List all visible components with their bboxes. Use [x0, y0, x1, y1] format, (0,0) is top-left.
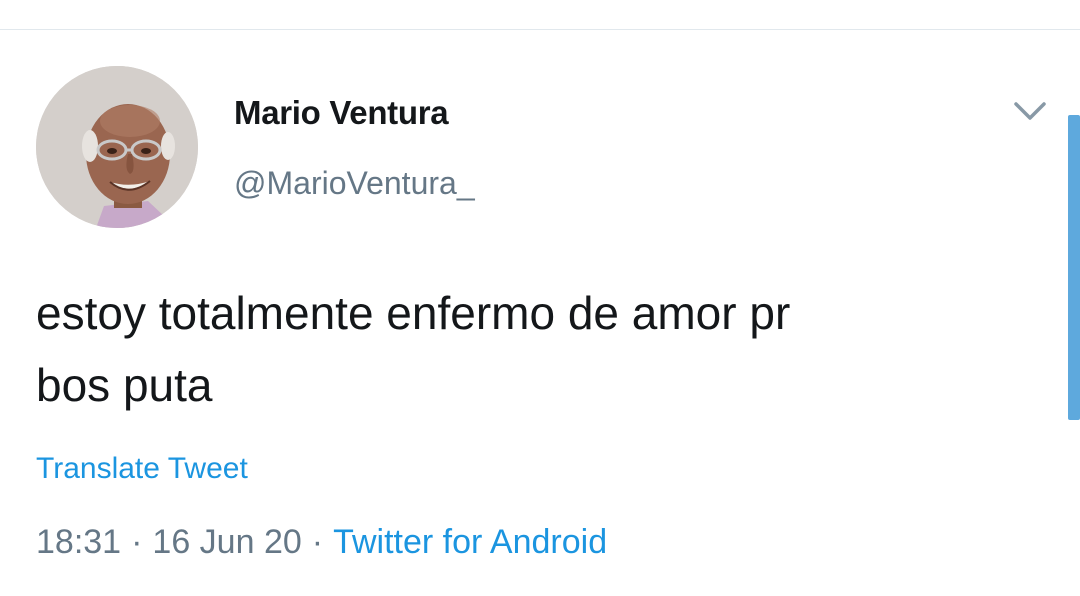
scrollbar[interactable] [1068, 115, 1080, 420]
meta-separator: · [131, 523, 143, 561]
author-display-name[interactable]: Mario Ventura [234, 94, 449, 132]
tweet-source-link[interactable]: Twitter for Android [333, 523, 607, 561]
author-handle[interactable]: @MarioVentura_ [234, 165, 475, 202]
tweet-text-line-2: bos puta [36, 359, 213, 411]
chevron-down-icon[interactable] [1010, 92, 1050, 128]
tweet-card: Mario Ventura @MarioVentura_ estoy total… [0, 30, 1080, 596]
avatar[interactable] [36, 66, 198, 228]
tweet-date[interactable]: 16 Jun 20 [152, 523, 301, 561]
meta-separator: · [311, 523, 324, 561]
avatar-photo [36, 66, 198, 228]
tweet-meta: 18:31 · 16 Jun 20 · Twitter for Android [36, 523, 607, 562]
tweet-text: estoy totalmente enfermo de amor pr bos … [36, 277, 996, 421]
tweet-time[interactable]: 18:31 [36, 523, 121, 561]
tweet-text-line-1: estoy totalmente enfermo de amor pr [36, 287, 791, 339]
translate-tweet-link[interactable]: Translate Tweet [36, 452, 248, 486]
